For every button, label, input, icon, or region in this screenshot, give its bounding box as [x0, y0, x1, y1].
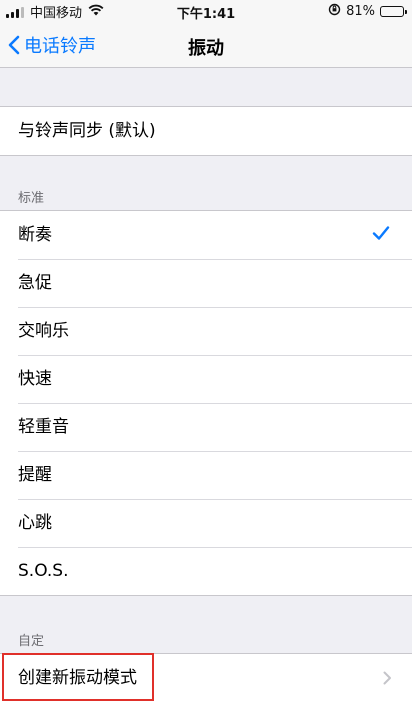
vibration-item-label: 心跳 [18, 513, 52, 533]
sync-group: 与铃声同步 (默认) [0, 106, 412, 156]
standard-vibrations-list: 断奏 急促 交响乐 快速 轻重音 提醒 心跳 S.O.S. [0, 210, 412, 596]
vibration-item-rapid[interactable]: 急促 [0, 259, 412, 307]
vibration-item-accent[interactable]: 轻重音 [0, 403, 412, 451]
vibration-item-label: 断奏 [18, 225, 52, 245]
battery-icon [380, 6, 407, 17]
vibration-item-alert[interactable]: 提醒 [0, 451, 412, 499]
vibration-item-quick[interactable]: 快速 [0, 355, 412, 403]
vibration-item-label: 交响乐 [18, 321, 69, 341]
vibration-item-sos[interactable]: S.O.S. [0, 547, 412, 595]
sync-with-ringtone-row[interactable]: 与铃声同步 (默认) [0, 107, 412, 155]
standard-section-header: 标准 [18, 191, 45, 206]
orientation-lock-icon [328, 3, 341, 20]
custom-vibrations-list: 创建新振动模式 [0, 653, 412, 702]
navigation-bar: 电话铃声 振动 [0, 22, 412, 68]
vibration-item-label: 轻重音 [18, 417, 69, 437]
vibration-settings-screen: 中国移动 下午1:41 81% 电话铃声 振动 与铃声同步 (默认) 标准 断奏… [0, 0, 412, 702]
create-new-vibration-row[interactable]: 创建新振动模式 [0, 654, 412, 702]
vibration-item-symphony[interactable]: 交响乐 [0, 307, 412, 355]
checkmark-icon [372, 226, 390, 240]
battery-percent: 81% [346, 4, 375, 19]
custom-section-header: 自定 [18, 634, 45, 649]
sync-with-ringtone-label: 与铃声同步 (默认) [18, 121, 156, 141]
vibration-item-staccato[interactable]: 断奏 [0, 211, 412, 259]
vibration-item-label: 急促 [18, 273, 52, 293]
page-title: 振动 [188, 38, 224, 59]
vibration-item-heartbeat[interactable]: 心跳 [0, 499, 412, 547]
chevron-right-icon [383, 671, 391, 685]
status-bar: 中国移动 下午1:41 81% [0, 0, 412, 22]
vibration-item-label: 快速 [18, 369, 52, 389]
status-right: 81% [328, 3, 407, 20]
create-new-vibration-label: 创建新振动模式 [18, 668, 137, 688]
vibration-item-label: 提醒 [18, 465, 52, 485]
vibration-item-label: S.O.S. [18, 561, 69, 581]
